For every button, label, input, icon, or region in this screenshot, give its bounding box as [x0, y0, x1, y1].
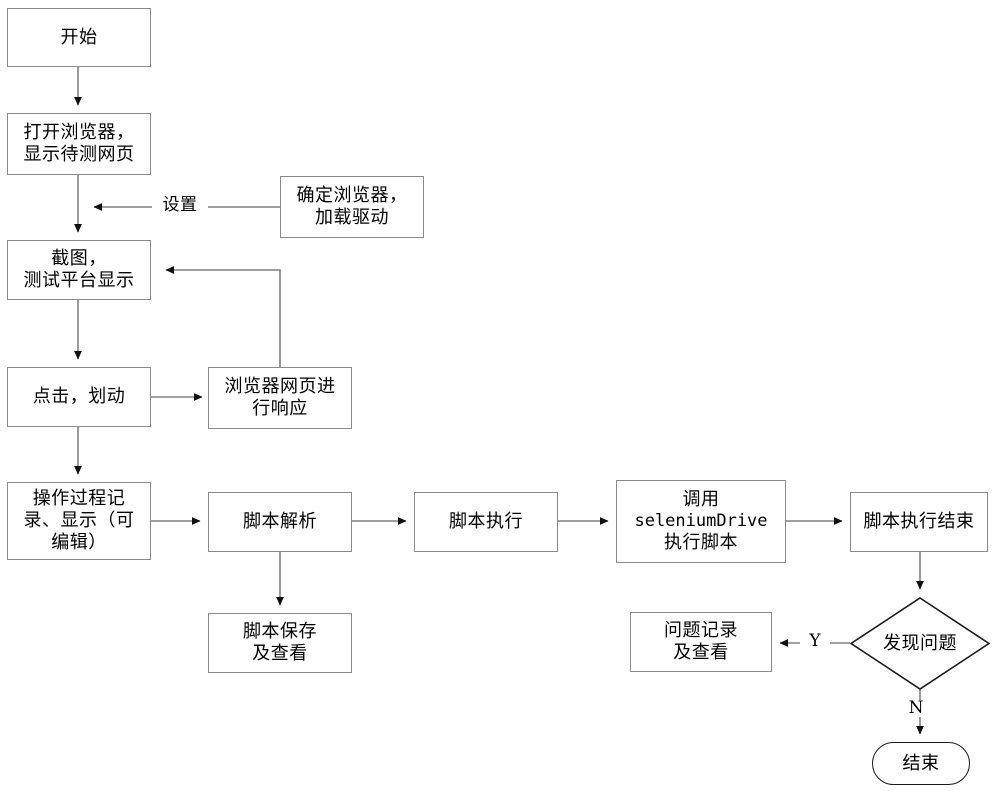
edge-label-no: N — [901, 700, 931, 717]
node-call-selenium[interactable]: 调用 seleniumDrive 执行脚本 — [616, 480, 786, 563]
node-call-selenium-line3: 执行脚本 — [664, 531, 738, 553]
edge-browser-respond-to-screenshot — [165, 266, 281, 367]
node-script-save-label: 脚本保存 及查看 — [243, 621, 317, 664]
node-click-swipe-label: 点击，划动 — [32, 386, 126, 408]
node-script-save[interactable]: 脚本保存 及查看 — [208, 613, 352, 673]
edge-label-yes: Y — [800, 633, 830, 650]
node-script-run[interactable]: 脚本执行 — [414, 492, 558, 552]
edge-label-settings: 设置 — [152, 197, 208, 214]
node-click-swipe[interactable]: 点击，划动 — [7, 367, 151, 427]
node-script-parse-label: 脚本解析 — [243, 511, 317, 533]
node-confirm-browser[interactable]: 确定浏览器， 加载驱动 — [280, 176, 424, 238]
node-start-label: 开始 — [60, 26, 98, 48]
node-found-problem-label: 发现问题 — [883, 632, 957, 654]
node-browser-respond-label: 浏览器网页进 行响应 — [224, 376, 336, 419]
node-script-run-label: 脚本执行 — [449, 511, 523, 533]
node-browser-respond[interactable]: 浏览器网页进 行响应 — [208, 367, 352, 429]
node-issue-record-label: 问题记录 及查看 — [664, 620, 738, 663]
node-confirm-browser-label: 确定浏览器， 加载驱动 — [296, 185, 408, 228]
node-script-end-label: 脚本执行结束 — [863, 511, 975, 533]
node-end[interactable]: 结束 — [872, 742, 970, 785]
node-script-end[interactable]: 脚本执行结束 — [850, 492, 988, 552]
node-start[interactable]: 开始 — [7, 8, 151, 67]
node-call-selenium-line1: 调用 — [682, 489, 720, 511]
node-open-browser[interactable]: 打开浏览器， 显示待测网页 — [7, 113, 151, 175]
node-screenshot-label: 截图， 测试平台显示 — [23, 248, 135, 291]
node-call-selenium-line2: seleniumDrive — [634, 511, 768, 532]
node-script-parse[interactable]: 脚本解析 — [208, 492, 352, 552]
node-issue-record[interactable]: 问题记录 及查看 — [630, 612, 772, 672]
node-open-browser-label: 打开浏览器， 显示待测网页 — [23, 122, 135, 165]
node-screenshot[interactable]: 截图， 测试平台显示 — [7, 240, 151, 300]
node-record-display-label: 操作过程记 录、显示（可 编辑） — [23, 488, 135, 553]
flowchart-canvas: 开始 打开浏览器， 显示待测网页 确定浏览器， 加载驱动 设置 截图， 测试平台… — [0, 0, 1000, 791]
node-record-display[interactable]: 操作过程记 录、显示（可 编辑） — [7, 482, 151, 560]
node-end-label: 结束 — [902, 752, 940, 774]
node-found-problem[interactable]: 发现问题 — [850, 597, 990, 690]
